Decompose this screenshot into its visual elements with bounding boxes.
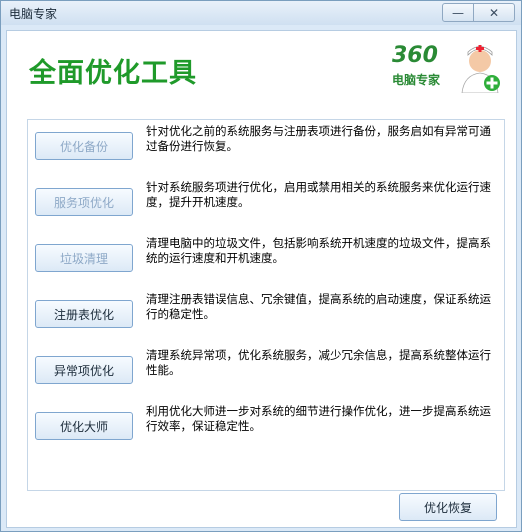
row-description: 清理电脑中的垃圾文件，包括影响系统开机速度的垃圾文件，提高系统的运行速度和开机速… xyxy=(146,236,491,265)
list-item: 服务项优化 针对系统服务项进行优化，启用或禁用相关的系统服务来优化运行速度，提升… xyxy=(28,176,504,230)
logo-brand: 电脑专家 xyxy=(392,73,441,87)
restore-button[interactable]: 优化恢复 xyxy=(399,493,497,521)
list-item: 垃圾清理 清理电脑中的垃圾文件，包括影响系统开机速度的垃圾文件，提高系统的运行速… xyxy=(28,232,504,286)
minimize-icon: — xyxy=(452,5,464,20)
window-title: 电脑专家 xyxy=(9,7,58,21)
content-area: 全面优化工具 360 电脑专家 优化备份 针对优化之前的系统服务与注册表项进行备… xyxy=(6,30,517,528)
options-panel: 优化备份 针对优化之前的系统服务与注册表项进行备份，服务启如有异常可通过备份进行… xyxy=(27,119,505,491)
optimize-master-button[interactable]: 优化大师 xyxy=(35,412,133,440)
close-icon: ✕ xyxy=(488,5,500,20)
junk-clean-button[interactable]: 垃圾清理 xyxy=(35,244,133,272)
service-optimize-button[interactable]: 服务项优化 xyxy=(35,188,133,216)
list-item: 异常项优化 清理系统异常项，优化系统服务，减少冗余信息，提高系统整体运行性能。 xyxy=(28,344,504,398)
optimize-backup-button[interactable]: 优化备份 xyxy=(35,132,133,160)
registry-optimize-button[interactable]: 注册表优化 xyxy=(35,300,133,328)
header: 全面优化工具 360 电脑专家 xyxy=(7,31,516,101)
row-description: 利用优化大师进一步对系统的细节进行操作优化，进一步提高系统运行效率，保证稳定性。 xyxy=(146,404,491,433)
minimize-button[interactable]: — xyxy=(442,3,474,22)
app-window: 电脑专家 — ✕ 全面优化工具 360 电脑专家 优化备份 针对优化之前的系统服… xyxy=(0,0,522,532)
logo: 360 电脑专家 xyxy=(386,41,506,97)
doctor-avatar-icon xyxy=(461,45,500,93)
row-description: 针对优化之前的系统服务与注册表项进行备份，服务启如有异常可通过备份进行恢复。 xyxy=(146,124,491,153)
list-item: 优化大师 利用优化大师进一步对系统的细节进行操作优化，进一步提高系统运行效率，保… xyxy=(28,400,504,454)
row-description: 针对系统服务项进行优化，启用或禁用相关的系统服务来优化运行速度，提升开机速度。 xyxy=(146,180,491,209)
page-title: 全面优化工具 xyxy=(29,58,197,89)
list-item: 优化备份 针对优化之前的系统服务与注册表项进行备份，服务启如有异常可通过备份进行… xyxy=(28,120,504,174)
row-description: 清理系统异常项，优化系统服务，减少冗余信息，提高系统整体运行性能。 xyxy=(146,348,491,377)
logo-number: 360 xyxy=(392,43,438,68)
list-item: 注册表优化 清理注册表错误信息、冗余键值，提高系统的启动速度，保证系统运行的稳定… xyxy=(28,288,504,342)
row-description: 清理注册表错误信息、冗余键值，提高系统的启动速度，保证系统运行的稳定性。 xyxy=(146,292,491,321)
close-button[interactable]: ✕ xyxy=(473,3,515,22)
anomaly-optimize-button[interactable]: 异常项优化 xyxy=(35,356,133,384)
title-bar[interactable]: 电脑专家 — ✕ xyxy=(1,1,521,25)
window-controls: — ✕ xyxy=(442,3,515,22)
